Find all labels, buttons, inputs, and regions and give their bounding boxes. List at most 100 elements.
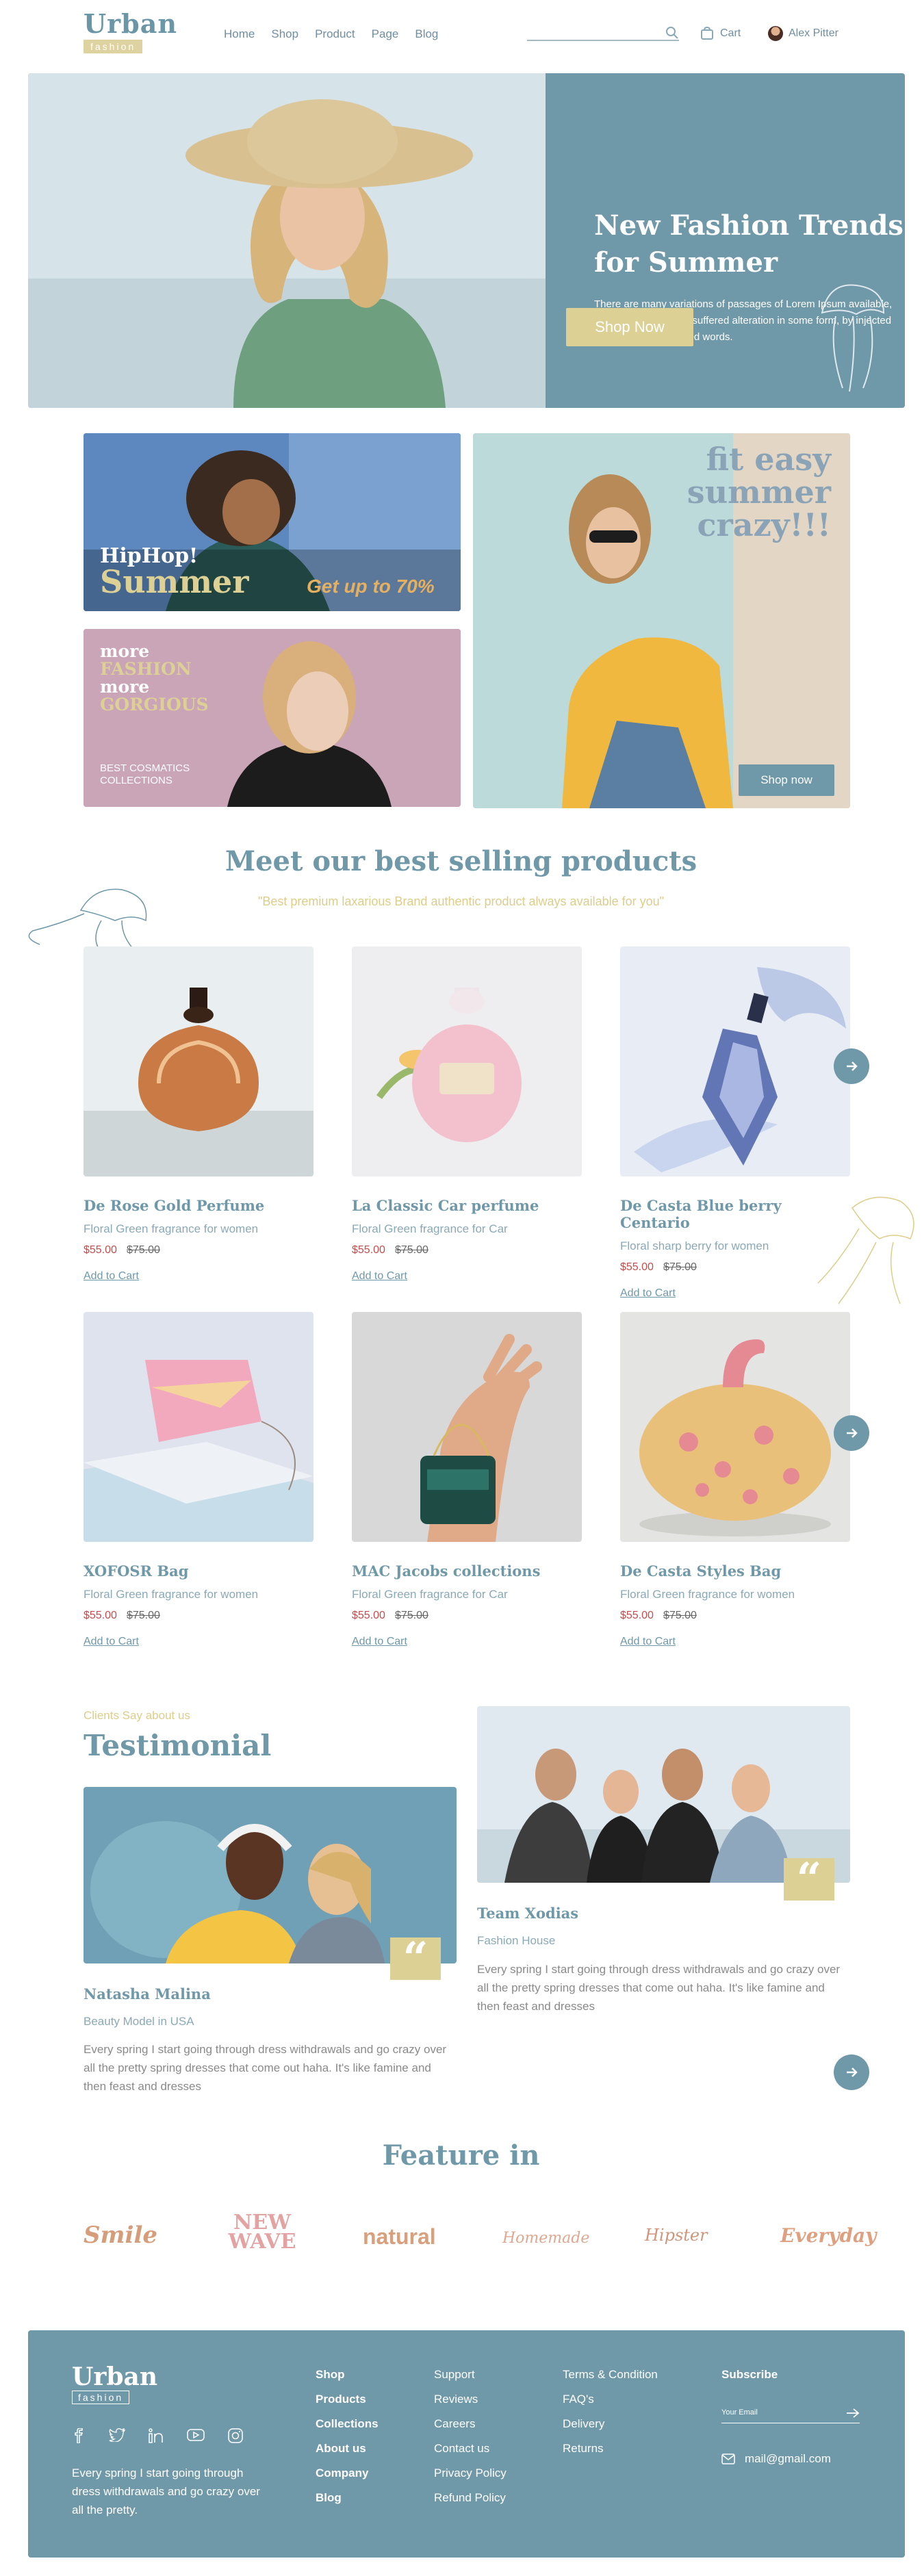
- youtube-icon[interactable]: [187, 2428, 205, 2442]
- footer-link-reviews[interactable]: Reviews: [434, 2387, 507, 2412]
- promo-cosmetics-text: BEST COSMATICS COLLECTIONS: [100, 762, 190, 787]
- product-name[interactable]: De Casta Styles Bag: [620, 1562, 850, 1580]
- arrow-right-icon: [847, 1061, 858, 1071]
- product-image[interactable]: [352, 946, 582, 1176]
- promo-fashion-text: more FASHION more GORGIOUS: [100, 643, 209, 714]
- product-image[interactable]: [84, 1312, 313, 1542]
- footer-link-support[interactable]: Support: [434, 2362, 507, 2387]
- product-price: $55.00: [620, 1610, 654, 1621]
- product-name[interactable]: De Casta Blue berry Centario: [620, 1197, 850, 1231]
- footer-logo-word: Urban: [72, 2362, 158, 2391]
- product-name[interactable]: La Classic Car perfume: [352, 1197, 582, 1214]
- footer-link-faqs[interactable]: FAQ's: [563, 2387, 658, 2412]
- add-to-cart-link[interactable]: Add to Cart: [84, 1270, 139, 1283]
- product-card[interactable]: De Casta Blue berry Centario Floral shar…: [620, 946, 850, 1300]
- product-desc: Floral Green fragrance for women: [620, 1588, 795, 1601]
- product-card[interactable]: La Classic Car perfume Floral Green frag…: [352, 946, 582, 1283]
- add-to-cart-link[interactable]: Add to Cart: [352, 1636, 407, 1648]
- testimonial-name-1: Natasha Malina: [84, 1985, 211, 2002]
- add-to-cart-link[interactable]: Add to Cart: [620, 1636, 676, 1648]
- jellyfish-illustration: [821, 284, 885, 392]
- product-image[interactable]: [620, 1312, 850, 1542]
- nav-shop[interactable]: Shop: [271, 27, 298, 41]
- product-desc: Floral sharp berry for women: [620, 1239, 769, 1252]
- product-name[interactable]: XOFOSR Bag: [84, 1562, 313, 1580]
- promo-fashion-l4: GORGIOUS: [100, 695, 209, 714]
- arrow-right-icon[interactable]: [846, 2408, 860, 2419]
- logo[interactable]: Urban fashion: [84, 10, 177, 53]
- next-testimonial-button[interactable]: [834, 2055, 869, 2090]
- promo-hiphop[interactable]: HipHop! Summer Get up to 70%: [84, 433, 461, 611]
- footer-link-delivery[interactable]: Delivery: [563, 2412, 658, 2436]
- footer-link-shop[interactable]: Shop: [316, 2362, 379, 2387]
- mail-icon: [721, 2453, 735, 2464]
- footer-logo[interactable]: Urban fashion: [72, 2363, 157, 2404]
- nav-blog[interactable]: Blog: [415, 27, 438, 41]
- add-to-cart-link[interactable]: Add to Cart: [352, 1270, 407, 1283]
- product-desc: Floral Green fragrance for Car: [352, 1222, 508, 1235]
- shop-now-button[interactable]: Shop Now: [566, 308, 693, 346]
- footer-link-careers[interactable]: Careers: [434, 2412, 507, 2436]
- footer-link-collections[interactable]: Collections: [316, 2412, 379, 2436]
- cart-link[interactable]: Cart: [700, 26, 741, 41]
- product-old-price: $75.00: [663, 1261, 697, 1273]
- promo-hiphop-line2: Summer: [100, 563, 249, 600]
- footer-logo-sub: fashion: [72, 2391, 130, 2404]
- footer-link-returns[interactable]: Returns: [563, 2436, 658, 2461]
- contact-email[interactable]: mail@gmail.com: [721, 2452, 831, 2466]
- promo-cosmetics[interactable]: more FASHION more GORGIOUS BEST COSMATIC…: [84, 629, 461, 807]
- promo-cosmetics-l1: BEST COSMATICS: [100, 762, 190, 774]
- quote-icon: “: [390, 1937, 441, 1981]
- subscribe-email-input[interactable]: [721, 2406, 860, 2423]
- product-old-price: $75.00: [663, 1610, 697, 1621]
- avatar: [768, 26, 783, 41]
- shop-now-small-button[interactable]: Shop now: [739, 764, 834, 796]
- arrow-right-icon: [847, 2068, 858, 2077]
- facebook-icon[interactable]: [72, 2428, 86, 2443]
- user-menu[interactable]: Alex Pitter: [768, 26, 838, 41]
- promo-fit-summer[interactable]: fit easy summer crazy!!! Shop now: [473, 433, 850, 808]
- logo-sub: fashion: [84, 40, 143, 53]
- footer-link-contact-us[interactable]: Contact us: [434, 2436, 507, 2461]
- brand-logo-hipster: Hipster: [645, 2226, 708, 2245]
- twitter-icon[interactable]: [109, 2428, 125, 2442]
- footer-col-3: Terms & Condition FAQ's Delivery Returns: [563, 2362, 658, 2461]
- product-name[interactable]: MAC Jacobs collections: [352, 1562, 582, 1580]
- promo-fashion-l3: more: [100, 677, 150, 697]
- promo-fit-l3: crazy!!!: [697, 506, 831, 543]
- footer-link-products[interactable]: Products: [316, 2387, 379, 2412]
- footer-link-about-us[interactable]: About us: [316, 2436, 379, 2461]
- product-image[interactable]: [620, 946, 850, 1176]
- product-old-price: $75.00: [126, 1244, 160, 1256]
- product-card[interactable]: De Rose Gold Perfume Floral Green fragra…: [84, 946, 313, 1283]
- nav-home[interactable]: Home: [224, 27, 255, 41]
- product-name[interactable]: De Rose Gold Perfume: [84, 1197, 313, 1214]
- footer-link-privacy-policy[interactable]: Privacy Policy: [434, 2461, 507, 2486]
- linkedin-icon[interactable]: [149, 2428, 164, 2443]
- product-price: $55.00: [352, 1610, 385, 1621]
- nav-page[interactable]: Page: [372, 27, 399, 41]
- footer-col-2: Support Reviews Careers Contact us Priva…: [434, 2362, 507, 2510]
- footer-link-terms[interactable]: Terms & Condition: [563, 2362, 658, 2387]
- footer-link-refund-policy[interactable]: Refund Policy: [434, 2486, 507, 2510]
- testimonial-role-2: Fashion House: [477, 1934, 556, 1947]
- next-products-button-2[interactable]: [834, 1415, 869, 1451]
- nav-product[interactable]: Product: [315, 27, 355, 41]
- product-image[interactable]: [352, 1312, 582, 1542]
- search-input[interactable]: [527, 26, 679, 41]
- footer-link-blog[interactable]: Blog: [316, 2486, 379, 2510]
- add-to-cart-link[interactable]: Add to Cart: [620, 1287, 676, 1300]
- product-card[interactable]: XOFOSR Bag Floral Green fragrance for wo…: [84, 1312, 313, 1648]
- promo-cosmetics-l2: COLLECTIONS: [100, 775, 172, 786]
- subscribe-email-field[interactable]: [721, 2408, 838, 2417]
- contact-email-text: mail@gmail.com: [745, 2452, 831, 2465]
- add-to-cart-link[interactable]: Add to Cart: [84, 1636, 139, 1648]
- product-card[interactable]: De Casta Styles Bag Floral Green fragran…: [620, 1312, 850, 1648]
- product-card[interactable]: MAC Jacobs collections Floral Green frag…: [352, 1312, 582, 1648]
- search-icon[interactable]: [665, 26, 679, 40]
- footer-link-company[interactable]: Company: [316, 2461, 379, 2486]
- instagram-icon[interactable]: [228, 2428, 243, 2443]
- next-products-button[interactable]: [834, 1048, 869, 1084]
- product-desc: Floral Green fragrance for Car: [352, 1588, 508, 1601]
- product-image[interactable]: [84, 946, 313, 1176]
